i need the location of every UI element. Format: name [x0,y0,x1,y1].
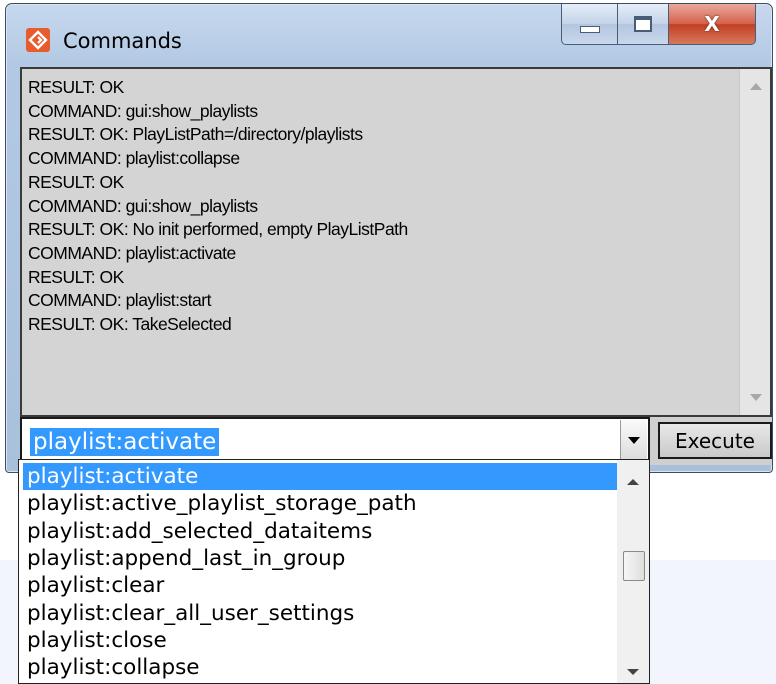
scroll-up-icon[interactable] [627,479,639,485]
output-line: COMMAND: gui:show_playlists [28,195,258,216]
maximize-button[interactable] [618,4,669,45]
output-log-text: RESULT: OK COMMAND: gui:show_playlists RES… [28,76,738,337]
dropdown-option[interactable]: playlist:close [23,627,617,654]
output-line: RESULT: OK [28,77,124,97]
output-line: RESULT: OK: No init performed, empty Pla… [28,219,408,240]
title-bar[interactable]: Commands X [6,4,772,66]
dropdown-scrollbar[interactable] [617,460,649,683]
dropdown-option[interactable]: playlist:active_playlist_storage_path [23,490,617,517]
output-line: RESULT: OK [28,266,124,287]
output-log[interactable]: RESULT: OK COMMAND: gui:show_playlists RES… [20,67,772,417]
output-line: RESULT: OK [28,171,124,192]
scroll-up-icon[interactable] [750,83,762,90]
app-logo-icon [26,28,50,52]
commands-window: Commands X RESULT: OK COMMAND: gui:show_p… [5,3,773,473]
output-line: RESULT: OK: PlayListPath=/directory/play… [28,124,363,145]
output-line: COMMAND: playlist:start [28,290,211,311]
window-title: Commands [63,29,182,53]
dropdown-option[interactable]: playlist:collapse [23,654,617,681]
minimize-icon [579,25,600,33]
command-input-value[interactable]: playlist:activate [30,428,220,456]
dropdown-option[interactable]: playlist:add_selected_dataitems [23,518,617,545]
command-combobox[interactable]: playlist:activate [20,417,650,463]
command-dropdown-list[interactable]: playlist:activate playlist:active_playlis… [18,459,650,684]
caption-buttons: X [561,4,756,45]
chevron-down-icon [628,437,640,444]
output-line: COMMAND: playlist:activate [28,242,236,263]
output-line: COMMAND: playlist:collapse [28,148,240,169]
dropdown-option[interactable]: playlist:append_last_in_group [23,545,617,572]
maximize-icon [634,16,652,32]
execute-button[interactable]: Execute [658,422,772,459]
output-line: COMMAND: gui:show_playlists [28,100,258,121]
dropdown-option[interactable]: playlist:clear [23,572,617,599]
scroll-down-icon[interactable] [627,669,639,675]
command-row: playlist:activate Execute [20,417,772,465]
dropdown-option[interactable]: playlist:activate [23,463,617,490]
scroll-thumb[interactable] [623,551,645,581]
dropdown-toggle-button[interactable] [620,420,647,460]
minimize-button[interactable] [561,4,618,45]
output-line: RESULT: OK: TakeSelected [28,314,232,335]
close-icon: X [704,12,720,36]
output-scrollbar[interactable] [739,69,770,415]
close-button[interactable]: X [669,4,756,45]
dropdown-option[interactable]: playlist:clear_all_user_settings [23,600,617,627]
scroll-down-icon[interactable] [750,394,762,401]
